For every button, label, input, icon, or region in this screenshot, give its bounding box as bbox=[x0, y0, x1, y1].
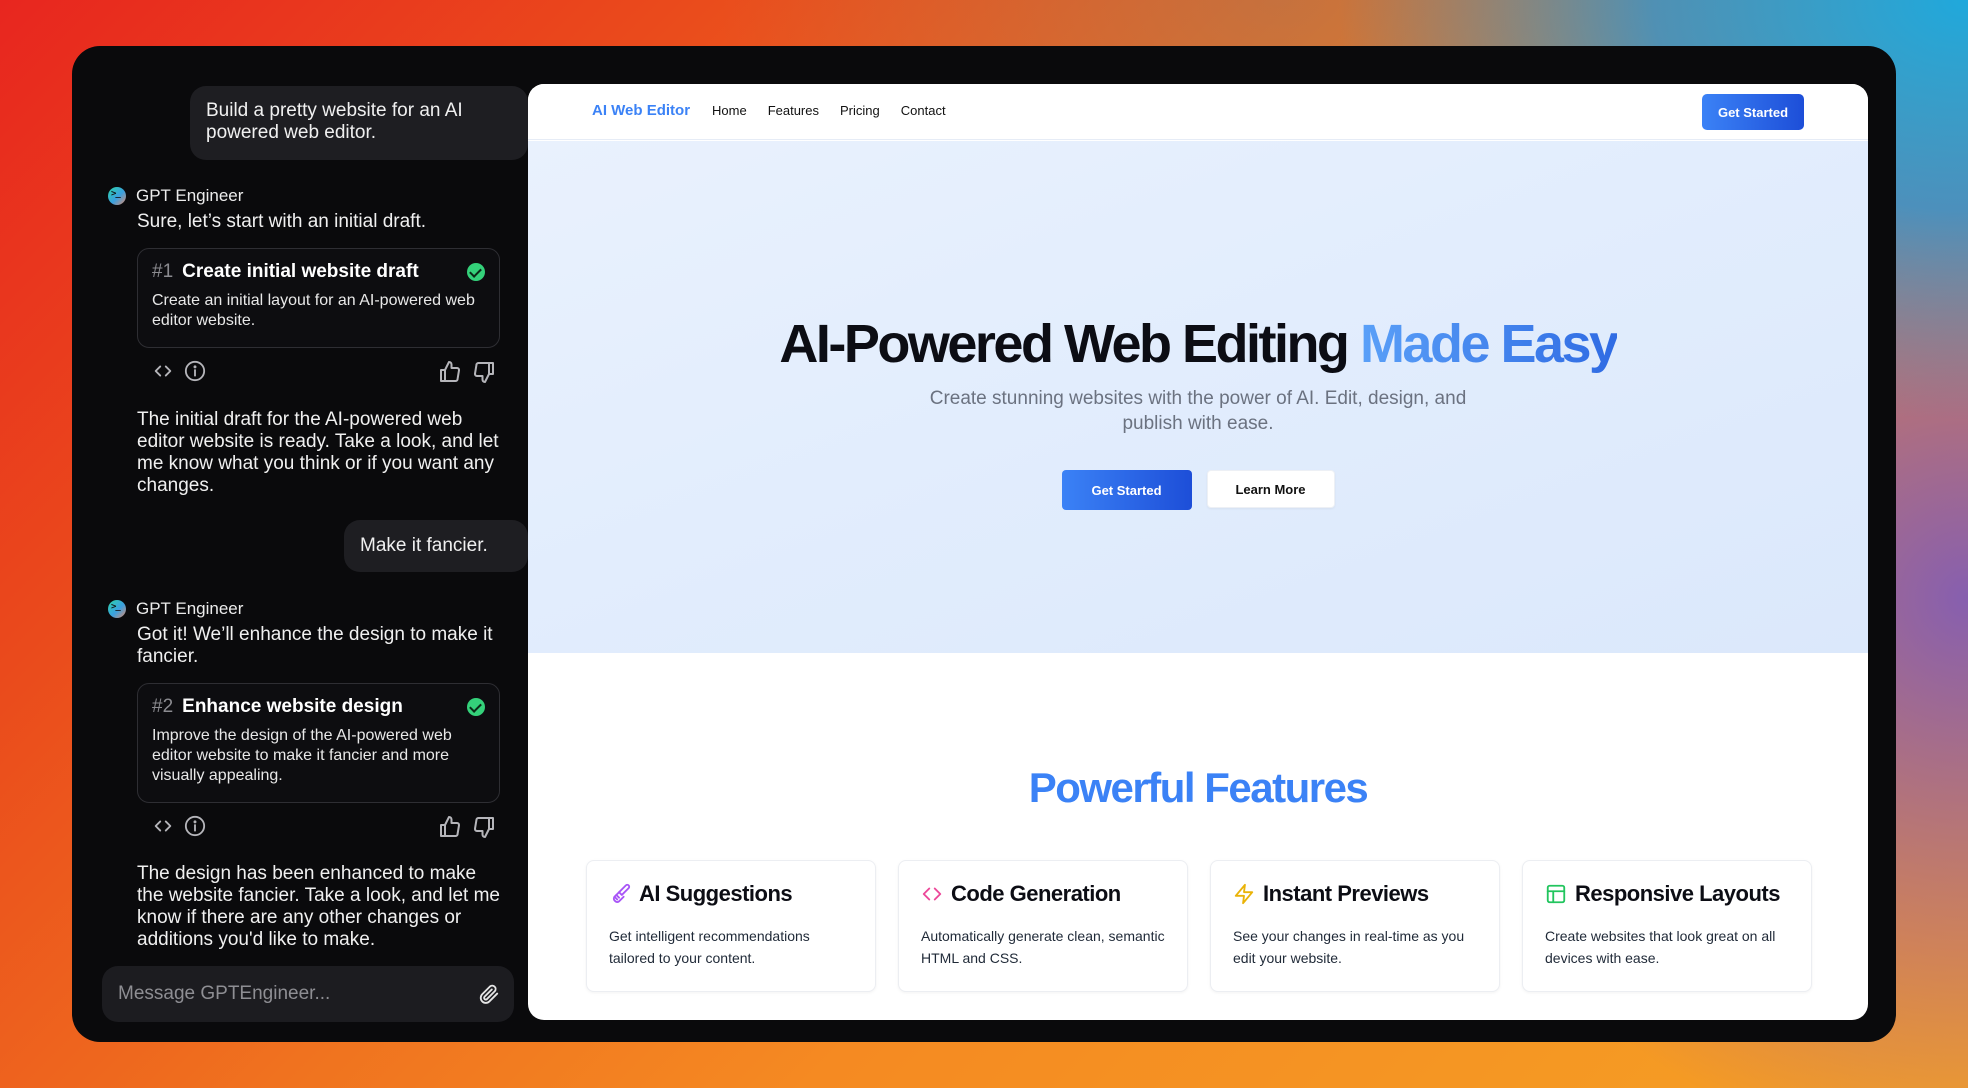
thumbs-up-icon[interactable] bbox=[438, 815, 462, 839]
hero-title-main: AI-Powered Web Editing bbox=[779, 314, 1350, 374]
features-grid: AI Suggestions Get intelligent recommend… bbox=[586, 860, 1812, 992]
feature-card: Responsive Layouts Create websites that … bbox=[1522, 860, 1812, 992]
features-title: Powerful Features bbox=[1028, 764, 1369, 811]
task-number: #2 bbox=[152, 696, 174, 717]
code-icon bbox=[922, 887, 942, 901]
user-message: Build a pretty website for an AI powered… bbox=[190, 86, 528, 160]
hero-get-started-button[interactable]: Get Started bbox=[1061, 470, 1192, 510]
assistant-avatar bbox=[108, 187, 126, 205]
check-circle-icon bbox=[467, 263, 485, 281]
feature-description: Automatically generate clean, semantic H… bbox=[921, 928, 1165, 966]
user-message: Make it fancier. bbox=[344, 520, 528, 572]
task-title: Create initial website draft bbox=[182, 261, 419, 282]
nav-link-home[interactable]: Home bbox=[712, 103, 747, 118]
assistant-followup-text: The initial draft for the AI-powered web… bbox=[137, 409, 499, 496]
task-description: Improve the design of the AI-powered web… bbox=[152, 727, 452, 784]
message-composer bbox=[102, 966, 514, 1022]
feature-card: Code Generation Automatically generate c… bbox=[898, 860, 1188, 992]
feature-title: AI Suggestions bbox=[639, 881, 793, 906]
hero-subtitle: Create stunning websites with the power … bbox=[929, 388, 1467, 434]
feature-description: Create websites that look great on all d… bbox=[1545, 928, 1776, 966]
info-icon[interactable] bbox=[184, 815, 206, 837]
task-card[interactable]: #2 Enhance website design Improve the de… bbox=[137, 683, 500, 803]
code-icon[interactable] bbox=[152, 360, 174, 382]
hero-buttons: Get Started Learn More bbox=[528, 470, 1868, 510]
nav-links: Home Features Pricing Contact bbox=[712, 103, 946, 118]
message-actions bbox=[152, 360, 494, 384]
site-navbar: AI Web Editor Home Features Pricing Cont… bbox=[528, 84, 1868, 140]
nav-link-contact[interactable]: Contact bbox=[901, 103, 946, 118]
feature-title: Instant Previews bbox=[1263, 881, 1429, 906]
check-circle-icon bbox=[467, 698, 485, 716]
assistant-header: GPT Engineer bbox=[108, 186, 243, 206]
nav-link-pricing[interactable]: Pricing bbox=[840, 103, 880, 118]
hero-title-accent: Made Easy bbox=[1359, 314, 1619, 374]
assistant-header: GPT Engineer bbox=[108, 599, 243, 619]
hero-learn-more-button[interactable]: Learn More bbox=[1206, 470, 1335, 508]
task-title: Enhance website design bbox=[182, 696, 403, 717]
nav-link-features[interactable]: Features bbox=[768, 103, 819, 118]
info-icon[interactable] bbox=[184, 360, 206, 382]
app-window: Build a pretty website for an AI powered… bbox=[72, 46, 1896, 1042]
user-message-text: Build a pretty website for an AI powered… bbox=[206, 100, 463, 143]
task-description: Create an initial layout for an AI-power… bbox=[152, 292, 475, 329]
thumbs-down-icon[interactable] bbox=[472, 815, 496, 839]
feature-card: Instant Previews See your changes in rea… bbox=[1210, 860, 1500, 992]
message-actions bbox=[152, 815, 494, 839]
assistant-name: GPT Engineer bbox=[136, 186, 244, 205]
thumbs-down-icon[interactable] bbox=[472, 360, 496, 384]
nav-get-started-button[interactable]: Get Started bbox=[1702, 94, 1804, 130]
layout-icon bbox=[1546, 884, 1566, 904]
assistant-avatar bbox=[108, 600, 126, 618]
lightning-icon bbox=[1234, 883, 1254, 905]
chat-panel: Build a pretty website for an AI powered… bbox=[72, 46, 528, 1042]
feature-title: Responsive Layouts bbox=[1575, 881, 1780, 906]
assistant-message-text: Got it! We’ll enhance the design to make… bbox=[137, 624, 493, 667]
code-icon[interactable] bbox=[152, 815, 174, 837]
assistant-message-text: Sure, let’s start with an initial draft. bbox=[137, 211, 426, 232]
paintbrush-icon bbox=[612, 883, 631, 903]
thumbs-up-icon[interactable] bbox=[438, 360, 462, 384]
task-number: #1 bbox=[152, 261, 174, 282]
user-message-text: Make it fancier. bbox=[360, 535, 488, 556]
assistant-followup-text: The design has been enhanced to make the… bbox=[137, 863, 500, 950]
hero-title: AI-Powered Web Editing Made Easy bbox=[528, 313, 1868, 375]
feature-description: See your changes in real-time as you edi… bbox=[1233, 928, 1465, 966]
assistant-name: GPT Engineer bbox=[136, 599, 244, 618]
paperclip-icon[interactable] bbox=[478, 983, 500, 1005]
feature-card: AI Suggestions Get intelligent recommend… bbox=[586, 860, 876, 992]
feature-description: Get intelligent recommendations tailored… bbox=[609, 928, 810, 966]
message-input[interactable] bbox=[118, 983, 478, 1005]
website-preview: AI Web Editor Home Features Pricing Cont… bbox=[528, 84, 1868, 1020]
site-brand[interactable]: AI Web Editor bbox=[592, 102, 690, 119]
task-card[interactable]: #1 Create initial website draft Create a… bbox=[137, 248, 500, 348]
feature-title: Code Generation bbox=[951, 881, 1121, 906]
hero-section: AI-Powered Web Editing Made Easy Create … bbox=[528, 141, 1868, 653]
